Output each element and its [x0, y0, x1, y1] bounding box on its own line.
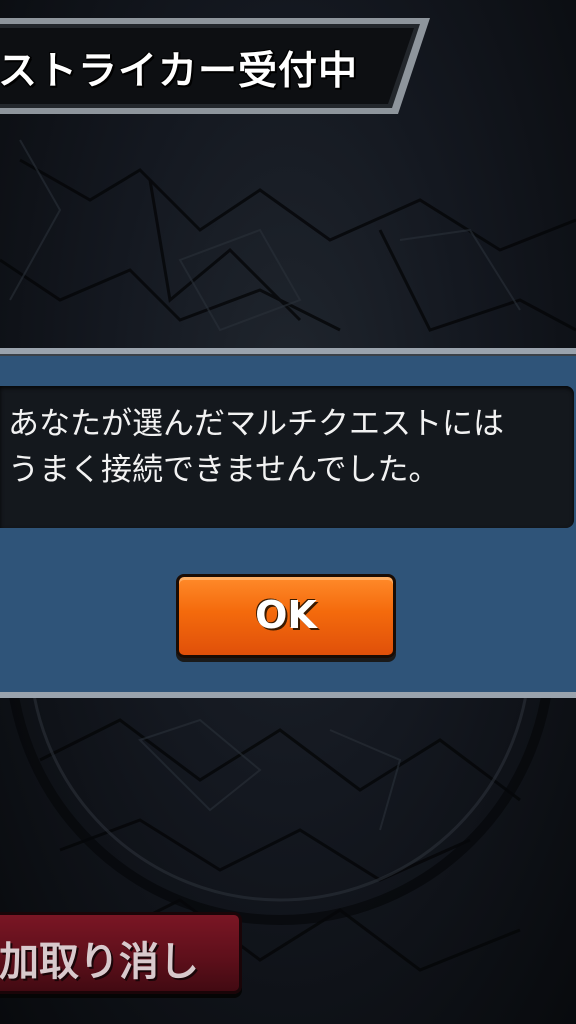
cancel-button-label: 加取り消し: [0, 939, 199, 985]
message-box: あなたが選んだマルチクエストには うまく接続できませんでした。: [0, 386, 574, 528]
title-banner: ストライカー受付中: [0, 16, 430, 116]
cancel-participation-button[interactable]: 加取り消し: [0, 912, 242, 994]
error-dialog: あなたが選んだマルチクエストには うまく接続できませんでした。 OK: [0, 348, 576, 698]
dialog-message-line-2: うまく接続できませんでした。: [8, 452, 440, 488]
page-title: ストライカー受付中: [0, 49, 359, 94]
ok-button[interactable]: OK: [176, 574, 396, 658]
dialog-message-line-1: あなたが選んだマルチクエストには: [8, 406, 504, 442]
ok-button-label: OK: [255, 593, 317, 637]
